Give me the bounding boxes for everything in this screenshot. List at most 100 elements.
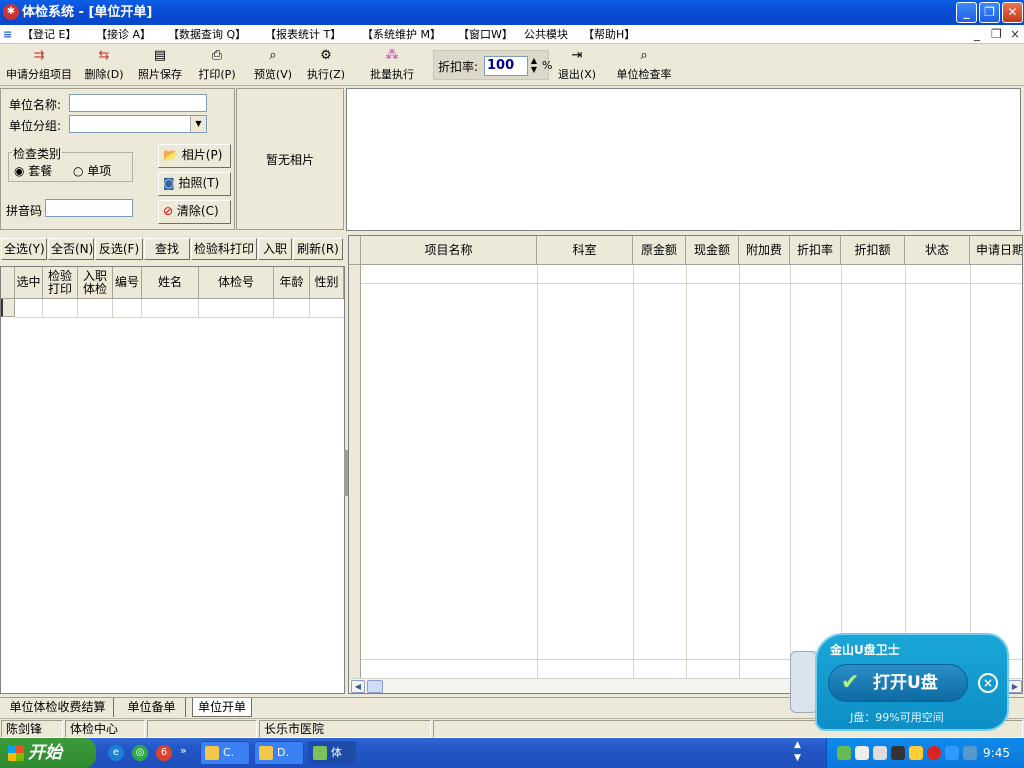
discount-rate-spinner[interactable]: ▲ ▼ xyxy=(528,56,540,76)
more-icon[interactable]: » xyxy=(180,744,187,757)
menu-system-maintenance[interactable]: 【系统维护 M】 xyxy=(362,26,441,43)
col-exam-number[interactable]: 体检号 xyxy=(199,267,274,299)
delete-button[interactable]: ⇆ 删除(D) xyxy=(82,48,126,84)
col-age[interactable]: 年龄 xyxy=(274,267,310,299)
pinyin-label: 拼音码 xyxy=(6,204,43,218)
col-surcharge[interactable]: 附加费 xyxy=(739,236,790,265)
mdi-minimize-button[interactable]: _ xyxy=(974,26,980,42)
col-name[interactable]: 姓名 xyxy=(142,267,199,299)
capture-button[interactable]: ◙ 拍照(T) xyxy=(158,172,231,196)
tray-gear-icon[interactable] xyxy=(855,746,869,760)
refresh-button[interactable]: 刷新(R) xyxy=(293,238,343,260)
find-button[interactable]: 查找 xyxy=(144,238,190,260)
folder-icon xyxy=(205,746,219,760)
menu-common-modules[interactable]: 公共模块 xyxy=(524,26,568,43)
mdi-close-button[interactable]: × xyxy=(1010,26,1020,42)
row-header[interactable] xyxy=(1,299,15,317)
execute-button[interactable]: ⚙ 执行(Z) xyxy=(303,48,349,84)
col-gender[interactable]: 性别 xyxy=(310,267,344,299)
preview-button[interactable]: ⌕ 预览(V) xyxy=(250,48,296,84)
unit-check-rate-button[interactable]: ⌕ 单位检查率 xyxy=(612,48,676,84)
exam-items-grid[interactable]: 项目名称 科室 原金额 现金额 附加费 折扣率 折扣额 状态 申请日期 ◀ ▶ xyxy=(348,235,1023,694)
security-icon[interactable] xyxy=(945,746,959,760)
unit-name-input[interactable] xyxy=(69,94,207,112)
col-apply-date[interactable]: 申请日期 xyxy=(970,236,1022,265)
tab-unit-order[interactable]: 单位开单 xyxy=(192,698,252,717)
title-bar: ✱ 体检系统 - [单位开单] _ ❐ ✕ xyxy=(0,0,1024,25)
browser-icon[interactable]: e xyxy=(108,745,124,761)
start-button[interactable]: 开始 xyxy=(0,738,96,768)
globe-icon[interactable]: ◎ xyxy=(132,745,148,761)
apply-group-items-button[interactable]: ⇉ 申请分组项目 xyxy=(2,48,76,84)
discount-rate-unit: % xyxy=(542,59,553,72)
toolbar: ⇉ 申请分组项目 ⇆ 删除(D) ▤ 照片保存 ⎙ 打印(P) ⌕ 预览(V) … xyxy=(0,44,1024,86)
restore-button[interactable]: ❐ xyxy=(979,2,1000,23)
lab-print-button[interactable]: 检验科打印 xyxy=(191,238,257,260)
network-icon[interactable] xyxy=(891,746,905,760)
task-folder-c[interactable]: C. xyxy=(200,741,250,765)
radio-package[interactable]: ◉ 套餐 xyxy=(14,162,52,179)
scroll-right-icon[interactable]: ▶ xyxy=(1008,680,1022,693)
col-discount-rate[interactable]: 折扣率 xyxy=(790,236,841,265)
col-current-amount[interactable]: 现金额 xyxy=(686,236,739,265)
menu-help[interactable]: 【帮助H】 xyxy=(583,26,635,43)
menu-register[interactable]: 【登记 E】 xyxy=(22,26,76,43)
col-lab-print[interactable]: 检验打印 xyxy=(43,267,78,299)
photo-area xyxy=(346,88,1021,231)
clear-button[interactable]: ⊘ 清除(C) xyxy=(158,200,231,224)
mdi-app-icon[interactable]: ≡ xyxy=(3,26,12,43)
window-title: 体检系统 - [单位开单] xyxy=(22,5,153,20)
employee-grid[interactable]: 选中 检验打印 入职体检 编号 姓名 体检号 年龄 性别 xyxy=(0,266,345,694)
select-none-button[interactable]: 全否(N) xyxy=(48,238,94,260)
menu-data-query[interactable]: 【数据查询 Q】 xyxy=(168,26,246,43)
open-usb-button[interactable]: ✔ 打开U盘 xyxy=(828,664,968,702)
volume-icon[interactable] xyxy=(873,746,887,760)
col-number[interactable]: 编号 xyxy=(113,267,142,299)
col-onboard-check[interactable]: 入职体检 xyxy=(78,267,113,299)
menu-window[interactable]: 【窗口W】 xyxy=(458,26,513,43)
minimize-button[interactable]: _ xyxy=(956,2,977,23)
col-status[interactable]: 状态 xyxy=(905,236,970,265)
scroll-thumb[interactable] xyxy=(367,680,383,693)
unit-group-select[interactable]: ▼ xyxy=(69,115,207,133)
folder-open-icon: 📂 xyxy=(163,148,178,162)
camera-icon: ◙ xyxy=(163,176,175,190)
col-original-amount[interactable]: 原金额 xyxy=(633,236,686,265)
popup-close-button[interactable]: × xyxy=(978,673,998,693)
task-exam-system[interactable]: 体 xyxy=(308,741,356,765)
select-all-button[interactable]: 全选(Y) xyxy=(1,238,47,260)
task-folder-d[interactable]: D. xyxy=(254,741,304,765)
taskbar-scroll-icon[interactable]: ▲ ▼ xyxy=(794,739,801,765)
tray-shield-icon[interactable] xyxy=(909,746,923,760)
tab-unit-settlement[interactable]: 单位体检收费结算 xyxy=(2,698,114,717)
print-button[interactable]: ⎙ 打印(P) xyxy=(195,48,239,84)
tab-unit-prepare[interactable]: 单位备单 xyxy=(118,698,186,717)
save-photo-button[interactable]: ▤ 照片保存 xyxy=(134,48,186,84)
status-user: 陈剑锋 xyxy=(1,720,63,738)
col-department[interactable]: 科室 xyxy=(537,236,633,265)
exit-button[interactable]: ⇥ 退出(X) xyxy=(554,48,600,84)
col-selected[interactable]: 选中 xyxy=(15,267,43,299)
check-type-label: 检查类别 xyxy=(12,145,63,162)
mdi-restore-button[interactable]: ❐ xyxy=(991,26,1002,42)
scroll-left-icon[interactable]: ◀ xyxy=(351,680,365,693)
col-item-name[interactable]: 项目名称 xyxy=(361,236,537,265)
tray-app-icon[interactable] xyxy=(837,746,851,760)
chevron-down-icon[interactable]: ▼ xyxy=(190,116,206,132)
onboarding-button[interactable]: 入职 xyxy=(258,238,292,260)
pinyin-input[interactable] xyxy=(45,199,133,217)
col-discount-amount[interactable]: 折扣额 xyxy=(841,236,905,265)
no-photo-label: 暂无相片 xyxy=(236,88,344,230)
photo-button[interactable]: 📂 相片(P) xyxy=(158,144,231,168)
antivirus-icon[interactable] xyxy=(963,746,977,760)
batch-execute-button[interactable]: ⁂ 批量执行 xyxy=(365,48,419,84)
close-button[interactable]: ✕ xyxy=(1002,2,1023,23)
invert-selection-button[interactable]: 反选(F) xyxy=(95,238,143,260)
menu-reports[interactable]: 【报表统计 T】 xyxy=(265,26,341,43)
no-entry-icon[interactable] xyxy=(927,746,941,760)
preview-icon: ⌕ xyxy=(269,48,277,63)
discount-rate-input[interactable]: 100 xyxy=(484,56,528,76)
app-shortcut-icon[interactable]: 6 xyxy=(156,745,172,761)
radio-single-item[interactable]: ○ 单项 xyxy=(73,162,111,179)
menu-reception[interactable]: 【接诊 A】 xyxy=(96,26,151,43)
